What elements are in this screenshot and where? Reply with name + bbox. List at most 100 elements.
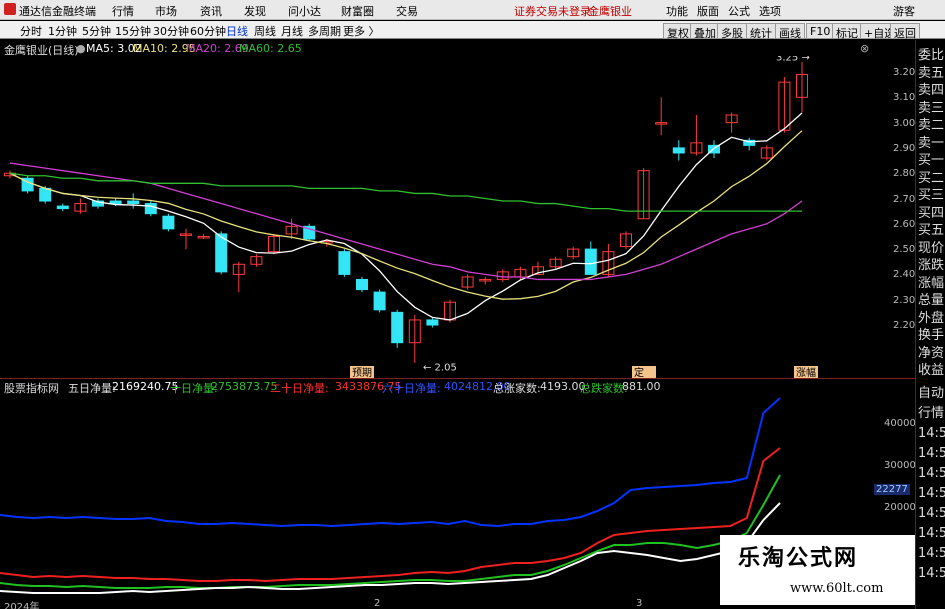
ten-day-value: 2753873.75 — [211, 380, 278, 393]
period-multi[interactable]: 多周期 — [308, 23, 341, 39]
ma60-label: MA60: 2.65 — [239, 42, 302, 55]
ma-toggle-icon[interactable]: ● — [76, 42, 86, 55]
sidebar-item: 外盘 — [918, 310, 945, 326]
menu-trade[interactable]: 交易 — [396, 3, 418, 19]
ma10-line — [9, 130, 803, 300]
indicator-tick-label: 40000 — [884, 418, 916, 429]
menu-discover[interactable]: 发现 — [244, 3, 266, 19]
period-30min[interactable]: 30分钟 — [153, 23, 189, 39]
sidebar-item: 卖一 — [918, 135, 945, 151]
sidebar-time-item: 14:5 — [918, 486, 945, 501]
guest-user[interactable]: 游客 — [893, 3, 915, 19]
draw-line-button[interactable]: 画线 — [775, 23, 805, 40]
login-alert[interactable]: 证券交易未登录 — [514, 3, 591, 19]
period-1min[interactable]: 1分钟 — [48, 23, 77, 39]
menu-bar: 通达信金融终端 行情 市场 资讯 发现 问小达 财富圈 交易 证券交易未登录 金… — [0, 0, 945, 20]
sidebar-time-item: 14:5 — [918, 466, 945, 481]
candle-body — [39, 187, 52, 202]
watermark-url: www.60lt.com — [790, 581, 884, 596]
menu-ask[interactable]: 问小达 — [288, 3, 321, 19]
price-tick-label: 2.60 — [893, 218, 916, 230]
menu-news[interactable]: 资讯 — [200, 3, 222, 19]
sidebar-item: 涨幅 — [918, 275, 945, 291]
candle-body — [672, 147, 685, 154]
menu-formula[interactable]: 公式 — [728, 3, 750, 19]
menu-layout[interactable]: 版面 — [697, 3, 719, 19]
period-tick[interactable]: 分时 — [20, 23, 42, 39]
candle-body — [391, 311, 404, 344]
sidebar-item: 买三 — [918, 188, 945, 203]
price-tick-label: 2.40 — [893, 269, 916, 281]
low-price-label: ← 2.05 — [423, 363, 457, 374]
candle-body — [56, 205, 69, 210]
indicator-tick-label: 20000 — [884, 502, 916, 513]
sidebar-time-item: 自动 — [918, 386, 945, 401]
candle-body — [162, 215, 175, 230]
sidebar-time-item: 14:5 — [918, 446, 945, 461]
sidebar-time-item: 14:5 — [918, 546, 945, 561]
period-5min[interactable]: 5分钟 — [82, 23, 111, 39]
price-tick-label: 2.50 — [893, 244, 916, 256]
period-monthly[interactable]: 月线 — [281, 23, 303, 39]
period-toolbar: 分时 1分钟 5分钟 15分钟 30分钟 60分钟 日线 周线 月线 多周期 更… — [0, 21, 945, 40]
price-tick-label: 2.20 — [893, 320, 916, 331]
sidebar-item: 卖四 — [918, 83, 945, 98]
stats-button[interactable]: 统计 — [746, 23, 776, 40]
sidebar-item: 总量 — [918, 293, 945, 308]
app-logo-icon — [4, 3, 16, 15]
period-weekly[interactable]: 周线 — [254, 23, 276, 39]
price-tick-label: 2.80 — [893, 168, 916, 180]
menu-options[interactable]: 选项 — [759, 3, 781, 19]
app-title: 通达信金融终端 — [19, 5, 96, 18]
sidebar-item: 买一 — [918, 153, 945, 168]
twenty-day-line — [0, 447, 781, 583]
ma5-line — [9, 112, 803, 321]
period-60min[interactable]: 60分钟 — [190, 23, 226, 39]
sidebar-item: 收益 — [918, 363, 945, 378]
price-tick-label: 3.00 — [893, 117, 916, 129]
sidebar-item: 卖三 — [918, 100, 945, 116]
menu-wealth[interactable]: 财富圈 — [341, 3, 374, 19]
sidebar-item: 净资 — [918, 345, 945, 361]
candlestick-chart[interactable]: 3.25 → ← 2.05 预期 定 涨幅 — [0, 56, 870, 378]
indicator-tick-label: 30000 — [884, 460, 916, 471]
close-chart-icon[interactable]: ⊗ — [860, 42, 869, 55]
adjust-button[interactable]: 复权 — [663, 23, 693, 40]
period-more[interactable]: 更多 〉 — [343, 23, 380, 39]
watermark-title: 乐淘公式网 — [738, 546, 859, 571]
sidebar-item: 买五 — [918, 223, 945, 238]
up-count-value: 4193.00 — [540, 380, 586, 393]
sidebar-item: 涨跌 — [918, 258, 945, 273]
sidebar-item: 买二 — [918, 170, 945, 186]
x-label-mar: 3 — [636, 598, 643, 609]
mark-button[interactable]: 标记 — [832, 23, 862, 40]
sidebar-time-item: 14:5 — [918, 526, 945, 541]
multi-stock-button[interactable]: 多股 — [717, 23, 747, 40]
price-tick-label: 2.70 — [893, 193, 916, 205]
period-15min[interactable]: 15分钟 — [115, 23, 151, 39]
sidebar-time-item: 14:5 — [918, 566, 945, 581]
high-price-label: 3.25 → — [776, 56, 810, 64]
menu-functions[interactable]: 功能 — [666, 3, 688, 19]
menu-market-quotes[interactable]: 行情 — [112, 3, 134, 19]
overlay-button[interactable]: 叠加 — [690, 23, 720, 40]
sixty-day-line — [0, 397, 781, 528]
sidebar-item: 卖五 — [918, 65, 945, 81]
x-label-year: 2024年 — [4, 602, 40, 609]
period-daily[interactable]: 日线 — [226, 23, 248, 39]
sidebar-item: 委比 — [918, 48, 945, 63]
sidebar-time-item: 行情 — [918, 406, 945, 421]
sidebar-time-item: 14:5 — [918, 506, 945, 521]
x-label-feb: 2 — [374, 598, 381, 609]
event-tag-text: 涨幅 — [796, 366, 816, 378]
back-button[interactable]: 返回 — [890, 23, 920, 40]
event-tag-text: 定 — [634, 366, 644, 378]
main-chart-info: 金鹰银业(日线) ● MA5: 3.02 MA10: 2.95 MA20: 2.… — [0, 40, 915, 57]
right-quote-sidebar: 委比 卖五 卖四 卖三 卖二 卖一 买一 买二 买三 买四 买五 现价 涨跌 涨幅 总量 外盘 换手 净资 收益 自… — [915, 40, 945, 609]
f10-button[interactable]: F10 — [806, 23, 835, 39]
candle-body — [109, 200, 122, 205]
price-tick-label: 3.20 — [893, 67, 916, 78]
ten-day-line — [0, 474, 781, 589]
menu-market[interactable]: 市场 — [155, 3, 177, 19]
candle-body — [373, 291, 386, 311]
